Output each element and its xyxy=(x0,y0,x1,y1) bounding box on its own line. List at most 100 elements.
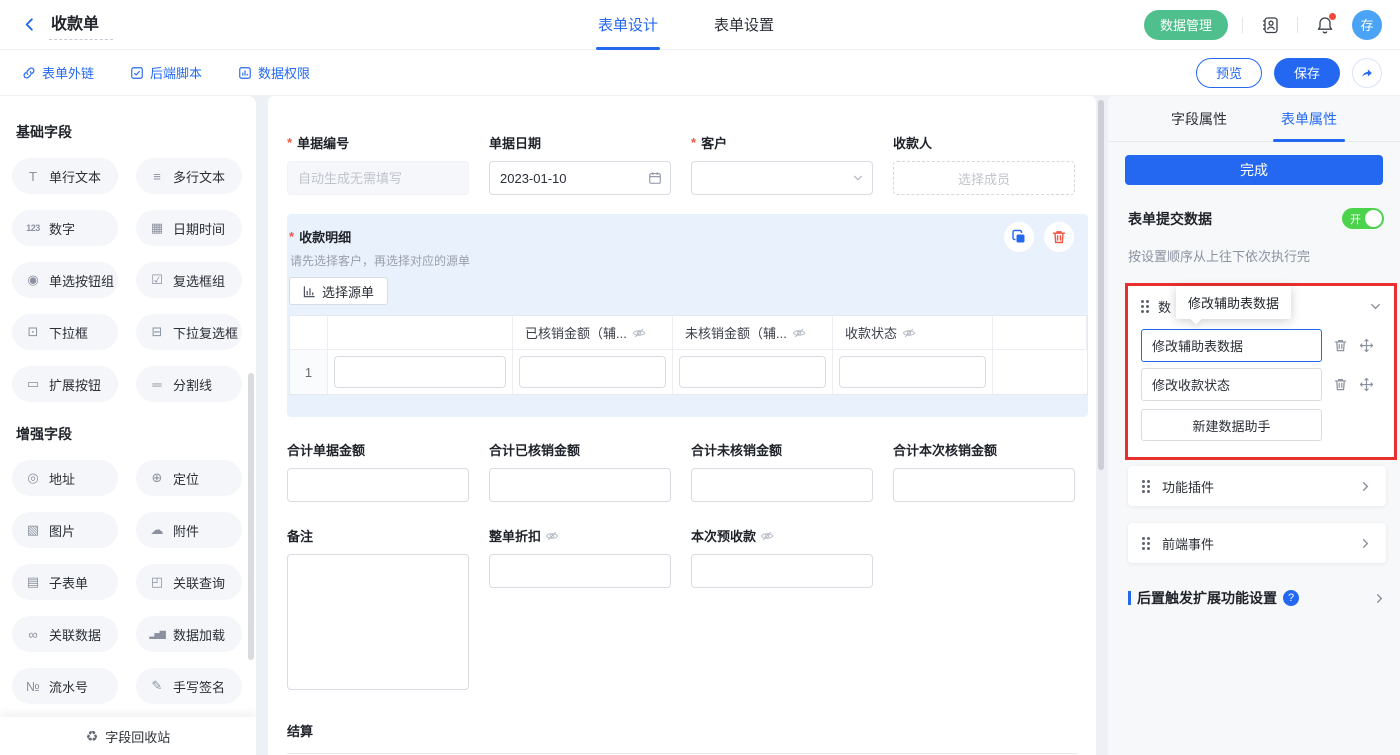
drag-handle-icon[interactable] xyxy=(1142,537,1150,550)
total-verified-input[interactable] xyxy=(489,468,671,502)
data-assistant-header[interactable]: 数 修改辅助表数据 xyxy=(1128,289,1394,323)
back-icon[interactable] xyxy=(22,17,37,32)
done-button[interactable]: 完成 xyxy=(1125,155,1383,185)
field-customer[interactable]: *客户 xyxy=(691,133,873,195)
field-remark[interactable]: 备注 xyxy=(287,526,469,695)
table-header-cell xyxy=(290,316,328,350)
move-assistant-icon[interactable] xyxy=(1359,377,1374,392)
copy-field-button[interactable] xyxy=(1004,222,1034,252)
field-item-image[interactable]: ▧图片 xyxy=(12,512,118,548)
contacts-icon[interactable] xyxy=(1257,12,1283,38)
tab-form-design[interactable]: 表单设计 xyxy=(598,0,658,50)
subform-payment-detail[interactable]: *收款明细 请先选择客户，再选择对应的源单 选择源单 已核销金额（辅... 未核… xyxy=(287,214,1088,417)
field-item-checkbox-group[interactable]: ☑复选框组 xyxy=(136,262,242,298)
field-item-subform[interactable]: ▤子表单 xyxy=(12,564,118,600)
field-item-serial-number[interactable]: №流水号 xyxy=(12,668,118,704)
field-item-location[interactable]: ⊕定位 xyxy=(136,460,242,496)
help-icon[interactable]: ? xyxy=(1283,590,1299,606)
card-frontend-event[interactable]: 前端事件 xyxy=(1128,523,1386,563)
notification-bell-icon[interactable] xyxy=(1312,12,1338,38)
new-data-assistant-button[interactable]: 新建数据助手 xyxy=(1141,409,1322,441)
field-item-extend-button[interactable]: ▭扩展按钮 xyxy=(12,366,118,402)
discount-input[interactable] xyxy=(489,554,671,588)
field-doc-date[interactable]: 单据日期 xyxy=(489,133,671,195)
tab-form-properties[interactable]: 表单属性 xyxy=(1281,96,1337,142)
field-payee[interactable]: 收款人 选择成员 xyxy=(893,133,1075,195)
chevron-down-icon[interactable] xyxy=(1369,300,1382,313)
doc-no-input[interactable] xyxy=(287,161,469,195)
assistant-item-input[interactable] xyxy=(1141,368,1322,401)
table-header-cell xyxy=(328,316,513,350)
avatar[interactable]: 存 xyxy=(1352,10,1382,40)
total-current-input[interactable] xyxy=(893,468,1075,502)
remark-textarea[interactable] xyxy=(287,554,469,690)
field-item-divider[interactable]: ═分割线 xyxy=(136,366,242,402)
total-unverified-input[interactable] xyxy=(691,468,873,502)
prepay-input[interactable] xyxy=(691,554,873,588)
select-source-button[interactable]: 选择源单 xyxy=(289,277,388,305)
field-prepay[interactable]: 本次预收款 xyxy=(691,526,873,695)
eye-off-icon xyxy=(632,327,646,339)
page-title[interactable]: 收款单 xyxy=(49,10,113,40)
field-item-datetime[interactable]: ▦日期时间 xyxy=(136,210,242,246)
cell-input[interactable] xyxy=(679,356,826,388)
drag-handle-icon[interactable] xyxy=(1142,480,1150,493)
delete-assistant-icon[interactable] xyxy=(1333,377,1348,392)
field-recycle-bin[interactable]: ♻ 字段回收站 xyxy=(0,717,256,755)
attachment-icon: ☁ xyxy=(148,522,166,538)
backend-script-label: 后端脚本 xyxy=(150,63,202,82)
data-manage-button[interactable]: 数据管理 xyxy=(1144,10,1228,40)
field-item-radio-group[interactable]: ◉单选按钮组 xyxy=(12,262,118,298)
preview-button[interactable]: 预览 xyxy=(1196,58,1262,88)
field-total-unverified[interactable]: 合计未核销金额 xyxy=(691,440,873,502)
total-amount-input[interactable] xyxy=(287,468,469,502)
field-total-current[interactable]: 合计本次核销金额 xyxy=(893,440,1075,502)
cell-input[interactable] xyxy=(519,356,666,388)
field-item-select[interactable]: ⊡下拉框 xyxy=(12,314,118,350)
external-link-action[interactable]: 表单外链 xyxy=(22,63,94,82)
field-item-attachment[interactable]: ☁附件 xyxy=(136,512,242,548)
move-assistant-icon[interactable] xyxy=(1359,338,1374,353)
field-total-verified[interactable]: 合计已核销金额 xyxy=(489,440,671,502)
field-item-multi-select[interactable]: ⊟下拉复选框 xyxy=(136,314,242,350)
assistant-item-input[interactable] xyxy=(1141,329,1322,362)
data-permission-action[interactable]: 数据权限 xyxy=(238,63,310,82)
tab-field-properties[interactable]: 字段属性 xyxy=(1171,96,1227,142)
field-item-signature[interactable]: ✎手写签名 xyxy=(136,668,242,704)
annotation-box: 数 修改辅助表数据 新建数据助手 xyxy=(1125,283,1397,460)
recycle-label: 字段回收站 xyxy=(105,727,170,746)
field-item-address[interactable]: ◎地址 xyxy=(12,460,118,496)
customer-select[interactable] xyxy=(691,161,873,195)
cell-input[interactable] xyxy=(839,356,986,388)
form-design-canvas[interactable]: *单据编号 单据日期 *客户 收款人 选择成员 xyxy=(268,96,1096,755)
submit-data-toggle[interactable]: 开 xyxy=(1342,208,1384,229)
post-trigger-settings[interactable]: 后置触发扩展功能设置 ? xyxy=(1128,588,1386,608)
field-item-number[interactable]: 123数字 xyxy=(12,210,118,246)
field-doc-no[interactable]: *单据编号 xyxy=(287,133,469,195)
share-button[interactable] xyxy=(1352,58,1382,88)
drag-handle-icon[interactable] xyxy=(1141,300,1149,313)
divider xyxy=(1242,17,1243,33)
canvas-scrollbar[interactable] xyxy=(1098,100,1104,470)
sidebar-scrollbar[interactable] xyxy=(248,373,254,660)
field-item-multi-text[interactable]: ≡多行文本 xyxy=(136,158,242,194)
select-member-button[interactable]: 选择成员 xyxy=(893,161,1075,195)
cell-input[interactable] xyxy=(334,356,506,388)
linked-data-icon: ∞ xyxy=(24,627,42,642)
field-total-amount[interactable]: 合计单据金额 xyxy=(287,440,469,502)
card-function-plugin[interactable]: 功能插件 xyxy=(1128,466,1386,506)
field-item-label: 地址 xyxy=(49,469,75,488)
field-item-linked-data[interactable]: ∞关联数据 xyxy=(12,616,118,652)
calendar-icon[interactable] xyxy=(648,171,662,185)
tab-form-settings[interactable]: 表单设置 xyxy=(714,0,774,50)
backend-script-action[interactable]: 后端脚本 xyxy=(130,63,202,82)
field-item-linked-query[interactable]: ◰关联查询 xyxy=(136,564,242,600)
save-button[interactable]: 保存 xyxy=(1274,58,1340,88)
field-item-single-text[interactable]: T单行文本 xyxy=(12,158,118,194)
recycle-icon: ♻ xyxy=(86,728,99,745)
doc-date-input[interactable] xyxy=(489,161,671,195)
field-discount[interactable]: 整单折扣 xyxy=(489,526,671,695)
delete-field-button[interactable] xyxy=(1044,222,1074,252)
field-item-data-load[interactable]: ▂▅▇数据加载 xyxy=(136,616,242,652)
delete-assistant-icon[interactable] xyxy=(1333,338,1348,353)
